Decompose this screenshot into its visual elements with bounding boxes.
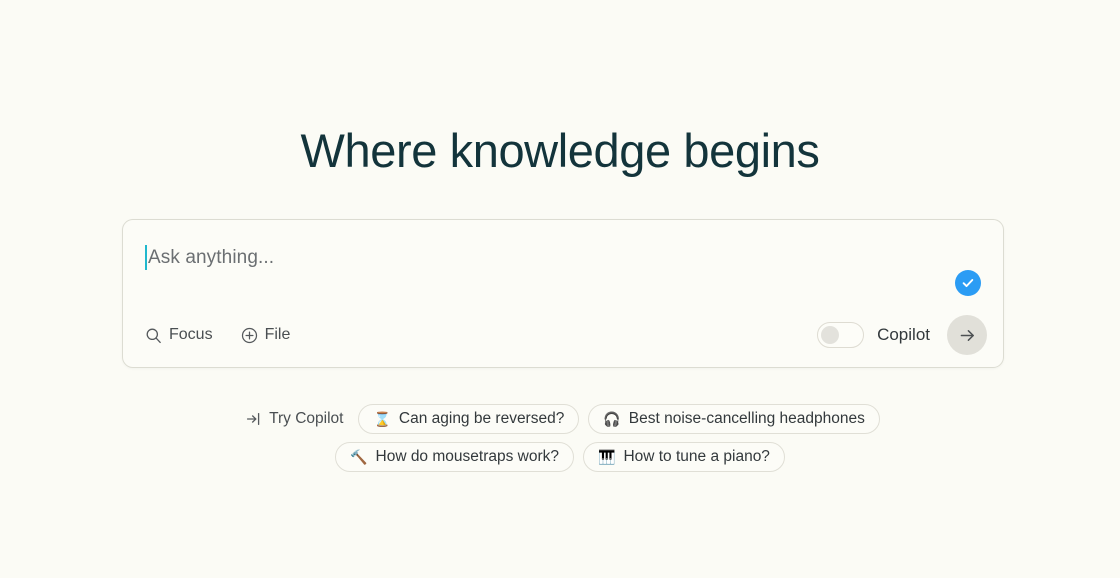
file-button[interactable]: File: [241, 322, 297, 348]
headphones-emoji: 🎧: [603, 411, 621, 427]
suggestion-chip-label: How to tune a piano?: [623, 448, 770, 465]
suggestions-row-2: 🔨 How do mousetraps work? 🎹 How to tune …: [0, 442, 1120, 472]
app-root: Where knowledge begins Ask anything... F…: [0, 0, 1120, 578]
suggestion-chip[interactable]: 🎹 How to tune a piano?: [583, 442, 785, 472]
copilot-toggle[interactable]: [817, 322, 865, 348]
suggestions-area: Try Copilot ⌛ Can aging be reversed? 🎧 B…: [0, 404, 1120, 472]
suggestion-chip-label: How do mousetraps work?: [375, 448, 560, 465]
page-title: Where knowledge begins: [300, 124, 820, 177]
copilot-toggle-knob: [821, 326, 840, 344]
check-icon: [962, 279, 974, 288]
submit-button[interactable]: [947, 315, 987, 355]
copilot-label: Copilot: [877, 325, 930, 344]
piano-emoji: 🎹: [598, 449, 616, 465]
file-button-label: File: [264, 326, 291, 343]
focus-button[interactable]: Focus: [145, 322, 219, 348]
suggestion-chip[interactable]: ⌛ Can aging be reversed?: [358, 404, 580, 434]
search-icon: [146, 328, 161, 343]
suggestion-chip-label: Best noise-cancelling headphones: [628, 410, 865, 427]
suggestion-chip[interactable]: 🔨 How do mousetraps work?: [335, 442, 574, 472]
try-copilot-label: Try Copilot: [269, 410, 344, 427]
plus-circle-icon: [241, 327, 257, 343]
search-toolbar: Focus File Copilot: [123, 303, 1003, 367]
hammer-emoji: 🔨: [350, 449, 368, 465]
verified-check-badge[interactable]: [955, 270, 981, 296]
focus-button-label: Focus: [169, 326, 213, 343]
suggestions-row-1: Try Copilot ⌛ Can aging be reversed? 🎧 B…: [0, 404, 1120, 434]
try-copilot-button[interactable]: Try Copilot: [240, 406, 349, 432]
arrow-right-icon: [960, 329, 974, 341]
search-card: Ask anything... Focus File Copilot: [122, 219, 1004, 368]
text-caret: [145, 245, 147, 270]
search-input[interactable]: Ask anything...: [145, 245, 274, 270]
hourglass-emoji: ⌛: [373, 411, 391, 427]
search-placeholder: Ask anything...: [148, 247, 275, 268]
suggestion-chip-label: Can aging be reversed?: [398, 410, 565, 427]
suggestion-chip[interactable]: 🎧 Best noise-cancelling headphones: [588, 404, 880, 434]
enter-arrow-icon: [247, 412, 260, 426]
